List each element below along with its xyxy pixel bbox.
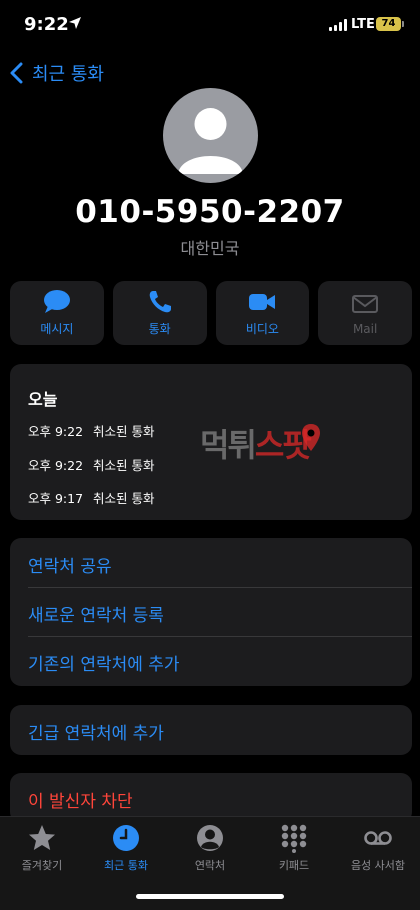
history-status: 취소된 통화	[93, 458, 155, 473]
history-status: 취소된 통화	[93, 491, 155, 506]
chevron-left-icon	[10, 62, 23, 84]
status-time: 9:22	[24, 14, 69, 35]
mail-button[interactable]: Mail	[318, 281, 412, 345]
tab-label: 최근 통화	[104, 859, 148, 872]
message-button[interactable]: 메시지	[10, 281, 104, 345]
call-label: 통화	[148, 322, 171, 336]
avatar	[163, 88, 258, 183]
contact-options-card: 연락처 공유 새로운 연락처 등록 기존의 연락처에 추가	[10, 538, 412, 686]
tab-favorites[interactable]: 즐겨찾기	[0, 823, 84, 873]
call-history-card: 오늘 오후 9:22 취소된 통화 오후 9:22 취소된 통화 오후 9:17 취소…	[10, 364, 412, 520]
message-icon	[43, 290, 70, 313]
star-icon	[29, 825, 55, 850]
video-button[interactable]: 비디오	[215, 281, 310, 345]
person-silhouette-icon	[178, 108, 243, 174]
history-entry: 오후 9:22 취소된 통화	[28, 455, 155, 474]
tab-label: 키패드	[278, 859, 310, 872]
history-time: 오후 9:17	[28, 491, 84, 506]
location-arrow-icon	[69, 17, 81, 29]
tab-label: 음성 사서함	[350, 859, 406, 872]
history-time: 오후 9:22	[28, 424, 84, 439]
create-contact-button[interactable]: 새로운 연락처 등록	[28, 601, 164, 626]
person-circle-icon	[197, 825, 223, 851]
battery-icon: 74	[376, 17, 404, 31]
share-contact-button[interactable]: 연락처 공유	[28, 552, 112, 577]
video-icon	[249, 294, 276, 310]
tab-label: 즐겨찾기	[21, 859, 63, 872]
quick-actions: 메시지 통화 비디오 Mail	[10, 281, 412, 345]
divider	[28, 587, 412, 588]
home-indicator	[136, 894, 284, 899]
phone-number: 010-5950-2207	[75, 194, 345, 230]
tab-label: 연락처	[194, 859, 226, 872]
emergency-contact-card: 긴급 연락처에 추가	[10, 705, 412, 755]
signal-icon	[329, 19, 347, 31]
keypad-icon	[281, 824, 307, 853]
tab-keypad[interactable]: 키패드	[252, 823, 336, 873]
voicemail-icon	[364, 831, 392, 845]
clock-icon	[113, 825, 139, 851]
mail-icon	[352, 294, 379, 313]
history-status: 취소된 통화	[93, 424, 155, 439]
add-to-existing-contact-button[interactable]: 기존의 연락처에 추가	[28, 650, 180, 675]
tab-contacts[interactable]: 연락처	[168, 823, 252, 873]
network-type: LTE	[351, 17, 375, 32]
back-label: 최근 통화	[32, 64, 104, 85]
history-entry: 오후 9:22 취소된 통화	[28, 421, 155, 440]
history-time: 오후 9:22	[28, 458, 84, 473]
status-bar: 9:22 LTE 74	[0, 0, 420, 50]
history-entry: 오후 9:17 취소된 통화	[28, 488, 155, 507]
history-title: 오늘	[28, 390, 58, 409]
call-button[interactable]: 통화	[112, 281, 207, 345]
block-caller-button[interactable]: 이 발신자 차단	[28, 787, 133, 812]
divider	[28, 636, 412, 637]
tab-voicemail[interactable]: 음성 사서함	[336, 823, 420, 873]
country-label: 대한민국	[180, 239, 240, 258]
back-button[interactable]: 최근 통화	[8, 58, 104, 88]
add-emergency-contact-button[interactable]: 긴급 연락처에 추가	[28, 719, 164, 744]
tab-recents[interactable]: 최근 통화	[84, 823, 168, 873]
message-label: 메시지	[40, 322, 74, 336]
video-label: 비디오	[245, 322, 279, 336]
mail-label: Mail	[352, 321, 378, 336]
battery-level: 74	[381, 18, 396, 29]
phone-icon	[149, 291, 171, 313]
